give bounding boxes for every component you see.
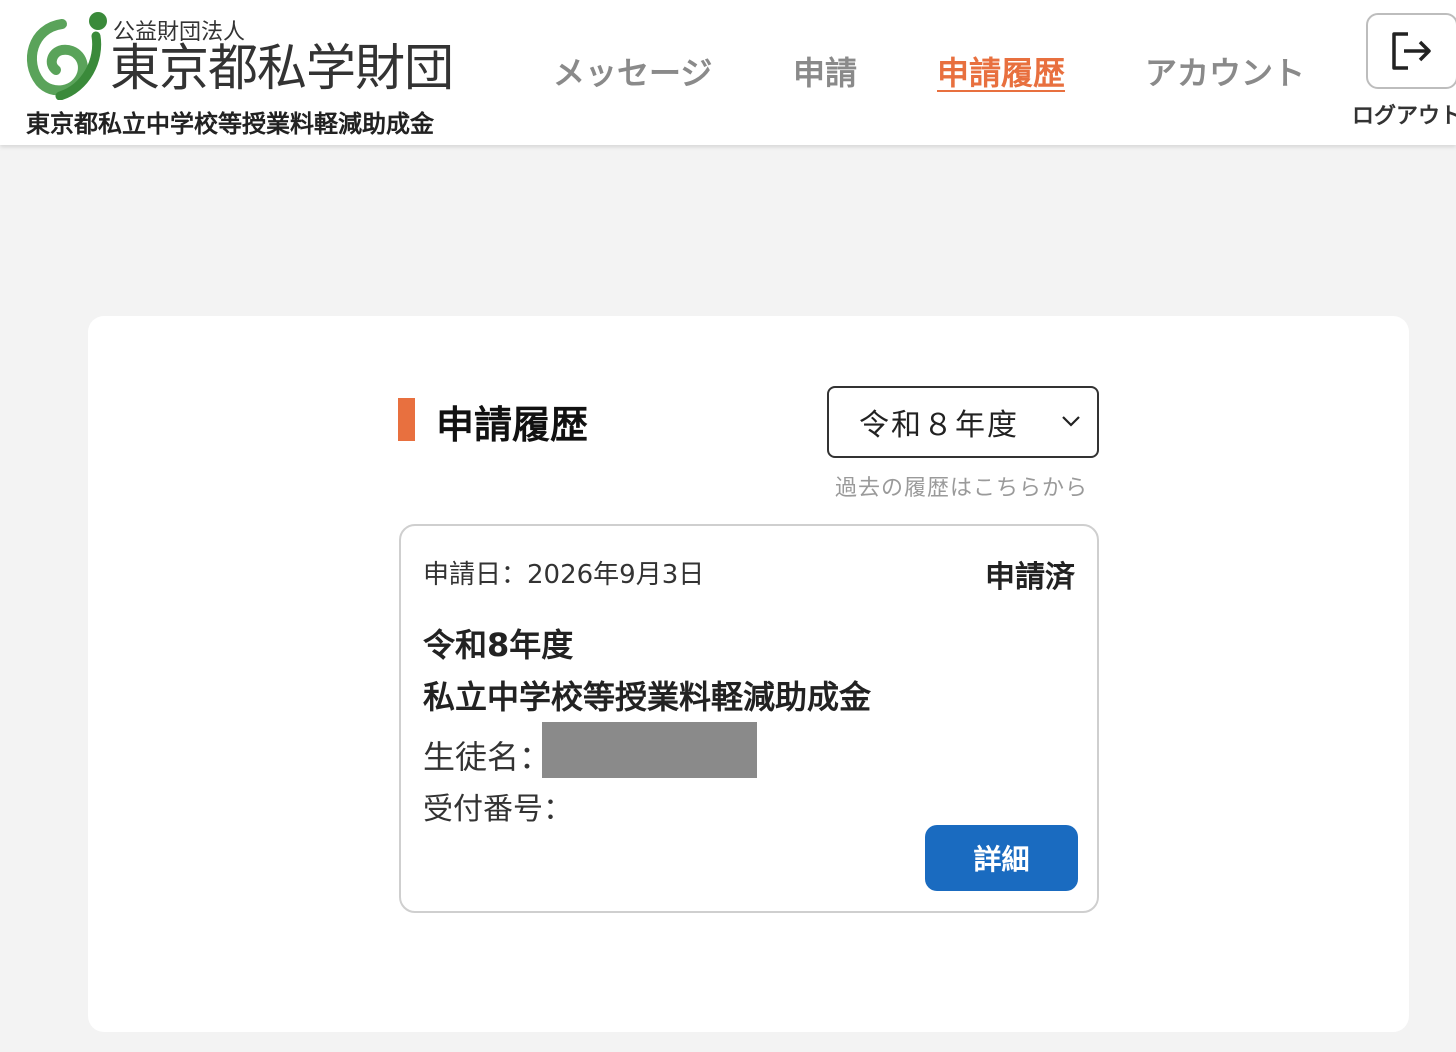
logout-arrow-icon <box>1392 32 1431 70</box>
redacted-student-name <box>542 722 757 778</box>
org-name: 東京都私学財団 <box>110 39 454 97</box>
nav-account[interactable]: アカウント <box>1145 48 1305 94</box>
application-card: 申請日：2026年9月3日 申請済 令和8年度 私立中学校等授業料軽減助成金 生… <box>399 524 1099 913</box>
logout-button[interactable] <box>1366 13 1456 89</box>
past-history-note: 過去の履歴はこちらから <box>835 476 1089 501</box>
logout-label[interactable]: ログアウト <box>1352 98 1456 130</box>
year-select[interactable]: 令和８年度 <box>827 386 1099 458</box>
student-name-label: 生徒名： <box>423 738 552 776</box>
application-date: 申請日：2026年9月3日 <box>423 560 705 590</box>
site-header: 公益財団法人 東京都私学財団 東京都私立中学校等授業料軽減助成金 メッセージ 申… <box>0 0 1456 145</box>
nav-application-history[interactable]: 申請履歴 <box>937 48 1065 94</box>
status-badge: 申請済 <box>985 560 1075 595</box>
detail-button[interactable]: 詳細 <box>925 825 1078 891</box>
foundation-logo-icon <box>27 12 107 100</box>
chevron-down-icon <box>1062 416 1080 427</box>
nav-apply[interactable]: 申請 <box>793 48 857 94</box>
program-name: 東京都私立中学校等授業料軽減助成金 <box>26 110 434 138</box>
receipt-number-label: 受付番号： <box>423 792 573 827</box>
nav-messages[interactable]: メッセージ <box>553 48 712 94</box>
card-fiscal-year: 令和8年度 <box>423 626 574 664</box>
section-title-accent <box>398 398 415 441</box>
page-title: 申請履歴 <box>436 403 589 447</box>
year-select-value: 令和８年度 <box>859 408 1019 443</box>
card-program-name: 私立中学校等授業料軽減助成金 <box>423 678 872 716</box>
